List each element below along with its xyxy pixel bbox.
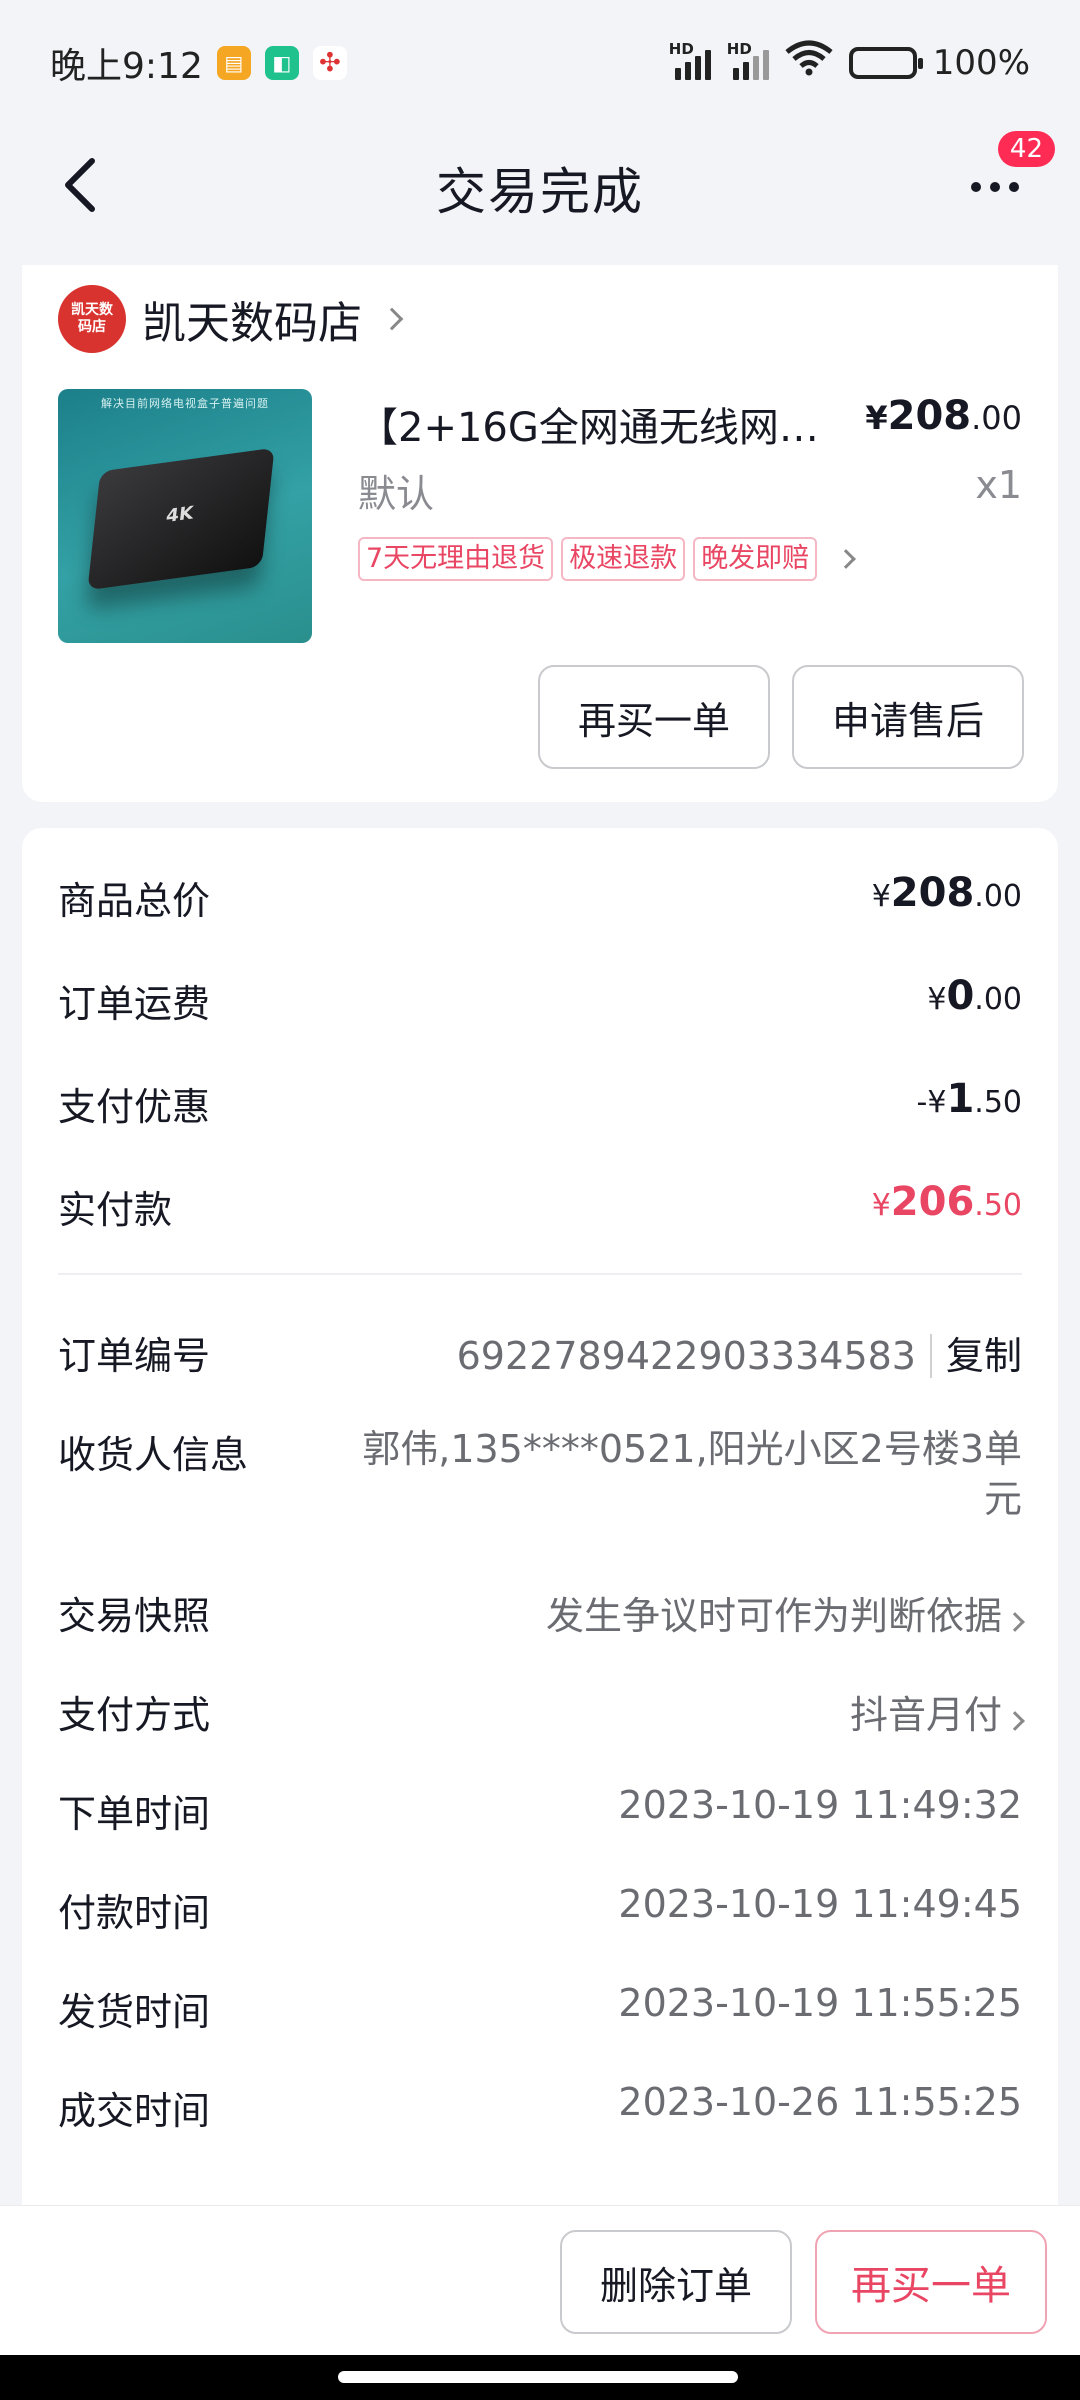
order-time-label: 下单时间 <box>58 1792 211 1836</box>
order-details-card: 商品总价 ¥208.00 订单运费 ¥0.00 支付优惠 -¥1.50 实付款 … <box>22 828 1058 2228</box>
product-price: ¥208.00 <box>865 393 1022 439</box>
copy-button[interactable]: 复制 <box>929 1334 1022 1378</box>
snapshot-value: 发生争议时可作为判断依据 <box>546 1585 1025 1640</box>
home-indicator[interactable] <box>338 2371 738 2383</box>
deal-time-value: 2023-10-26 11:55:25 <box>618 2080 1022 2124</box>
product-image-banner: 解决目前网络电视盒子普遍问题 <box>101 397 269 410</box>
payment-method-row[interactable]: 支付方式 抖音月付 <box>58 1684 1025 1739</box>
discount-value: -¥1.50 <box>916 1076 1022 1122</box>
receiver-label: 收货人信息 <box>58 1433 249 1477</box>
deal-time-label: 成交时间 <box>58 2089 211 2133</box>
discount-label: 支付优惠 <box>58 1085 211 1129</box>
order-time-row: 下单时间 2023-10-19 11:49:32 <box>58 1783 1022 1838</box>
product-quantity: x1 <box>975 463 1022 507</box>
pay-time-label: 付款时间 <box>58 1891 211 1935</box>
wifi-icon <box>785 40 833 85</box>
shop-header[interactable]: 凯天数码店 凯天数码店 <box>58 285 404 353</box>
service-tags[interactable]: 7天无理由退货 极速退款 晚发即赔 <box>358 537 857 581</box>
shield-app-icon: ◧ <box>264 45 299 80</box>
battery-percent: 100% <box>932 42 1030 83</box>
ship-time-value: 2023-10-19 11:55:25 <box>618 1981 1022 2025</box>
tag-return: 7天无理由退货 <box>358 537 554 581</box>
china-unicom-icon: ✣ <box>312 45 347 80</box>
cellular-signal-icon-2: HD <box>727 40 769 80</box>
tv-box-illustration: 4K <box>87 447 275 591</box>
order-number-row: 订单编号 6922789422903334583 复制 <box>58 1325 1022 1380</box>
product-spec: 默认 <box>358 472 435 516</box>
paid-value: ¥206.50 <box>871 1179 1022 1225</box>
paid-label: 实付款 <box>58 1188 173 1232</box>
pay-time-row: 付款时间 2023-10-19 11:49:45 <box>58 1882 1022 1937</box>
payment-method-value: 抖音月付 <box>850 1684 1025 1739</box>
snapshot-label: 交易快照 <box>58 1594 211 1638</box>
bottom-action-bar: 删除订单 再买一单 <box>0 2205 1080 2355</box>
tag-late-compensation: 晚发即赔 <box>693 537 818 581</box>
chevron-left-icon <box>65 158 95 212</box>
product-card: 凯天数码店 凯天数码店 解决目前网络电视盒子普遍问题 4K 【2+16G全网通无… <box>22 265 1058 802</box>
order-number-value: 6922789422903334583 <box>456 1334 916 1378</box>
discount-row: 支付优惠 -¥1.50 <box>58 1076 1022 1131</box>
snapshot-row[interactable]: 交易快照 发生争议时可作为判断依据 <box>58 1585 1025 1640</box>
delete-order-button[interactable]: 删除订单 <box>560 2230 792 2334</box>
receiver-value: 郭伟,135****0521,阳光小区2号楼3单元 <box>362 1427 1022 1521</box>
total-price-value: ¥208.00 <box>871 870 1022 916</box>
payment-method-label: 支付方式 <box>58 1693 211 1737</box>
shipping-row: 订单运费 ¥0.00 <box>58 973 1022 1028</box>
chevron-right-icon <box>380 307 404 331</box>
divider <box>58 1273 1022 1275</box>
receiver-row: 收货人信息 郭伟,135****0521,阳光小区2号楼3单元 <box>58 1424 1022 1524</box>
status-bar: 晚上9:12 ▤ ◧ ✣ HD HD 100% <box>0 0 1080 125</box>
shop-name: 凯天数码店 <box>142 298 362 349</box>
ship-time-label: 发货时间 <box>58 1990 211 2034</box>
cellular-signal-icon: HD <box>669 40 711 80</box>
pay-time-value: 2023-10-19 11:49:45 <box>618 1882 1022 1926</box>
shipping-label: 订单运费 <box>58 982 211 1026</box>
deal-time-row: 成交时间 2023-10-26 11:55:25 <box>58 2080 1022 2135</box>
after-sale-button[interactable]: 申请售后 <box>792 665 1024 769</box>
notification-badge: 42 <box>997 131 1055 167</box>
tag-fast-refund: 极速退款 <box>561 537 686 581</box>
shipping-value: ¥0.00 <box>927 973 1022 1019</box>
notes-app-icon: ▤ <box>216 45 251 80</box>
order-number-label: 订单编号 <box>58 1334 211 1378</box>
product-title[interactable]: 【2+16G全网通无线网络... <box>358 395 828 453</box>
product-image[interactable]: 解决目前网络电视盒子普遍问题 4K <box>58 389 312 643</box>
status-time: 晚上9:12 <box>50 45 203 87</box>
total-price-row: 商品总价 ¥208.00 <box>58 870 1022 925</box>
back-button[interactable] <box>50 155 110 215</box>
battery-icon <box>848 46 923 79</box>
total-price-label: 商品总价 <box>58 879 211 923</box>
chevron-right-icon <box>836 549 857 569</box>
nav-bar: 交易完成 42 <box>0 125 1080 250</box>
chevron-right-icon <box>1005 1711 1025 1731</box>
chevron-right-icon <box>1005 1612 1025 1632</box>
more-dots-icon <box>971 182 981 192</box>
buy-again-bottom-button[interactable]: 再买一单 <box>815 2230 1047 2334</box>
shop-logo: 凯天数码店 <box>58 285 126 353</box>
paid-row: 实付款 ¥206.50 <box>58 1179 1022 1234</box>
ship-time-row: 发货时间 2023-10-19 11:55:25 <box>58 1981 1022 2036</box>
page-title: 交易完成 <box>436 162 644 221</box>
buy-again-button[interactable]: 再买一单 <box>538 665 770 769</box>
order-time-value: 2023-10-19 11:49:32 <box>618 1783 1022 1827</box>
